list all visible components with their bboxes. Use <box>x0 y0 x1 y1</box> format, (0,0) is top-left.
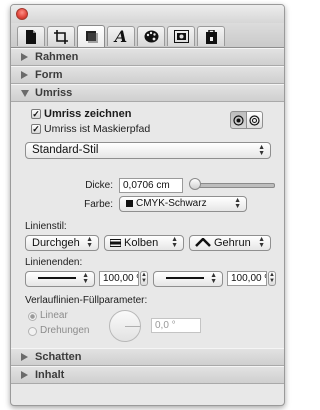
outline-outside-button[interactable] <box>246 111 263 129</box>
popup-arrows-icon: ▲ ▼ <box>258 236 265 249</box>
popup-arrows-icon: ▲ ▼ <box>82 272 89 285</box>
section-schatten[interactable]: Schatten <box>11 348 284 366</box>
section-form-label: Form <box>35 69 63 81</box>
cap-style-popup[interactable]: Kolben ▲ ▼ <box>104 235 184 251</box>
thickness-label: Dicke: <box>85 180 113 191</box>
outline-style-value: Standard-Stil <box>32 144 99 156</box>
popup-arrows-icon: ▲ ▼ <box>258 144 265 157</box>
section-umriss-label: Umriss <box>35 87 73 99</box>
end-arrow-scale-stepper[interactable]: ▲ ▼ <box>268 271 276 286</box>
tab-shape[interactable] <box>77 25 105 47</box>
lineends-label: Linienenden: <box>25 257 83 268</box>
disclosure-right-icon <box>21 71 28 79</box>
inspector-tab-bar: A <box>11 23 284 48</box>
outline-inside-button[interactable] <box>230 111 247 129</box>
miter-join-icon <box>195 237 211 247</box>
angle-field[interactable]: 0,0 ° <box>151 318 201 333</box>
linear-radio[interactable] <box>28 312 37 321</box>
cap-style-value: Kolben <box>124 237 159 249</box>
disclosure-right-icon <box>21 371 28 379</box>
angle-dial[interactable] <box>109 310 141 342</box>
section-umriss[interactable]: Umriss <box>11 84 284 102</box>
outline-style-popup[interactable]: Standard-Stil ▲ ▼ <box>25 142 271 159</box>
color-popup[interactable]: CMYK-Schwarz ▲ ▼ <box>119 196 247 212</box>
tab-document[interactable] <box>17 26 45 46</box>
text-format-icon: A <box>114 26 128 46</box>
crop-frame-icon <box>54 29 68 44</box>
draw-outline-checkbox[interactable]: ✓ <box>31 109 41 119</box>
dash-style-value: Durchgeh <box>32 237 80 249</box>
mask-path-checkbox[interactable]: ✓ <box>31 124 41 134</box>
inspector-panel: A Rahmen Form Umriss ✓ Umriss zeichnen ✓… <box>10 4 285 406</box>
linear-radio-label: Linear <box>40 310 68 321</box>
shape-square-icon <box>85 31 98 43</box>
popup-arrows-icon: ▲ ▼ <box>171 236 178 249</box>
checkmark-icon: ✓ <box>32 108 40 119</box>
document-icon <box>26 29 36 44</box>
color-swatch <box>126 200 133 207</box>
popup-arrows-icon: ▲ ▼ <box>86 236 93 249</box>
title-bar <box>11 5 284 23</box>
section-form[interactable]: Form <box>11 66 284 84</box>
disclosure-right-icon <box>21 353 28 361</box>
close-button[interactable] <box>16 8 28 20</box>
end-arrow-popup[interactable]: ▲ ▼ <box>153 271 223 287</box>
start-arrow-scale-stepper[interactable]: ▲ ▼ <box>140 271 148 286</box>
end-arrow-scale-field[interactable]: 100,00 % <box>227 271 267 286</box>
mask-path-label: Umriss ist Maskierpfad <box>44 123 151 135</box>
checkmark-icon: ✓ <box>32 123 40 134</box>
disclosure-down-icon <box>21 90 29 97</box>
rotation-radio-label: Drehungen <box>40 325 90 336</box>
dash-style-popup[interactable]: Durchgeh ▲ ▼ <box>25 235 99 251</box>
tab-frame[interactable] <box>47 26 75 46</box>
disclosure-right-icon <box>21 53 28 61</box>
tab-lock[interactable] <box>197 26 225 46</box>
tab-image[interactable] <box>167 26 195 46</box>
draw-outline-label: Umriss zeichnen <box>44 108 132 120</box>
thickness-field[interactable]: 0,0706 cm <box>119 178 183 193</box>
thickness-slider-knob[interactable] <box>189 178 201 190</box>
section-rahmen[interactable]: Rahmen <box>11 48 284 66</box>
rotation-radio[interactable] <box>28 327 37 336</box>
concentric-circles-icon <box>249 114 260 126</box>
plain-line-icon <box>38 277 76 279</box>
tab-color[interactable] <box>137 26 165 46</box>
image-frame-icon <box>173 30 189 43</box>
thickness-slider-track[interactable] <box>193 183 275 188</box>
concentric-circles-icon <box>233 114 244 126</box>
join-style-value: Gehrun <box>214 237 251 249</box>
join-style-popup[interactable]: Gehrun ▲ ▼ <box>189 235 271 251</box>
popup-arrows-icon: ▲ ▼ <box>234 197 241 210</box>
plain-line-icon <box>166 277 204 279</box>
angle-dial-pointer <box>125 326 140 327</box>
color-value: CMYK-Schwarz <box>136 198 207 209</box>
popup-arrows-icon: ▲ ▼ <box>210 272 217 285</box>
start-arrow-popup[interactable]: ▲ ▼ <box>25 271 95 287</box>
start-arrow-scale-field[interactable]: 100,00 % <box>99 271 139 286</box>
umriss-content: ✓ Umriss zeichnen ✓ Umriss ist Maskierpf… <box>11 102 284 348</box>
section-schatten-label: Schatten <box>35 351 82 363</box>
gradient-params-label: Verlauflinien-Füllparameter: <box>25 295 148 306</box>
lock-icon <box>205 29 217 44</box>
color-label: Farbe: <box>84 199 113 210</box>
section-inhalt[interactable]: Inhalt <box>11 366 284 384</box>
linestyle-label: Linienstil: <box>25 221 67 232</box>
tab-text[interactable]: A <box>107 26 135 46</box>
palette-icon <box>144 30 158 43</box>
butt-cap-icon <box>109 239 122 247</box>
section-inhalt-label: Inhalt <box>35 369 65 381</box>
section-rahmen-label: Rahmen <box>35 51 79 63</box>
